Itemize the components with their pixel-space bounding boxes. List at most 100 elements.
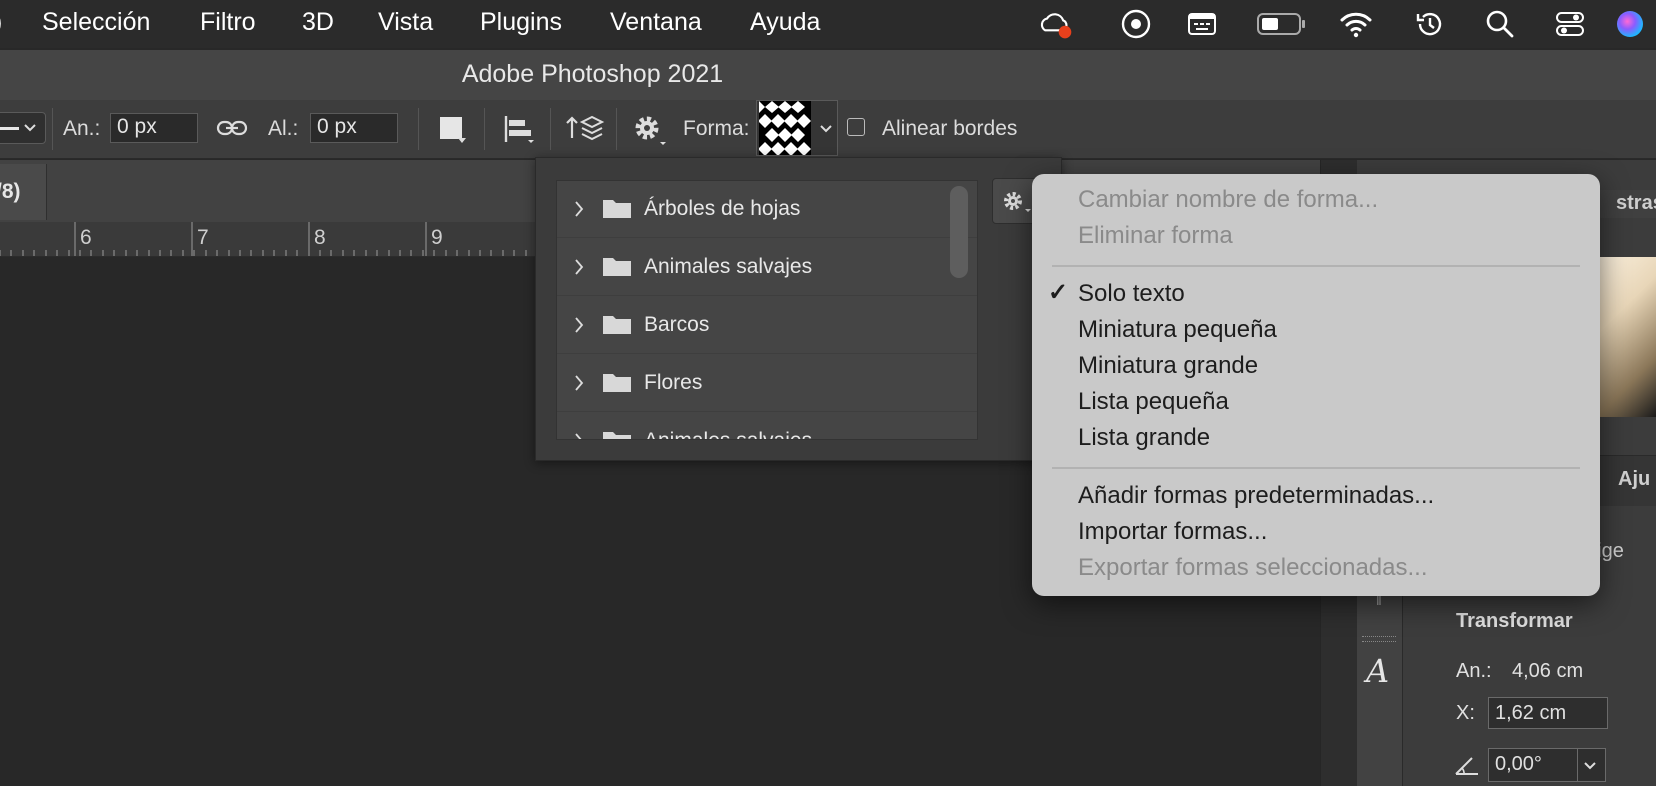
menu-item-small-thumbnail[interactable]: Miniatura pequeña (1078, 316, 1277, 344)
screen-record-icon[interactable] (1118, 6, 1154, 42)
height-label: Al.: (268, 117, 299, 140)
shape-group-list: Árboles de hojas Animales salvajes Barco… (556, 180, 978, 440)
ruler-mark: 7 (197, 226, 209, 249)
menu-item-large-thumbnail[interactable]: Miniatura grande (1078, 352, 1258, 380)
transform-angle-input[interactable]: 0,00° (1488, 748, 1606, 782)
swatches-tab-label[interactable]: stras (1616, 192, 1656, 215)
document-tab[interactable]: /8) (0, 164, 47, 220)
transform-x-value: 1,62 cm (1495, 702, 1567, 724)
shape-group-label: Barcos (644, 313, 710, 336)
angle-icon (1455, 757, 1478, 775)
transform-width-label: An.: (1456, 660, 1492, 682)
toolbar-divider (418, 108, 419, 150)
macos-menubar: ) Selección Filtro 3D Vista Plugins Vent… (0, 0, 1656, 48)
document-tab-label: /8) (0, 180, 21, 203)
menu-separator (1052, 467, 1580, 469)
menu-item-add-default-shapes[interactable]: Añadir formas predeterminadas... (1078, 482, 1434, 510)
path-arrangement-icon[interactable] (564, 110, 606, 146)
shape-picker-button[interactable] (756, 100, 838, 156)
checkmark-icon: ✓ (1048, 279, 1069, 306)
transform-title: Transformar (1456, 610, 1573, 632)
menu-3d[interactable]: 3D (302, 8, 334, 37)
shape-group-row[interactable]: Barcos (557, 297, 977, 354)
path-operations-icon[interactable] (440, 117, 462, 139)
shape-picker-panel: Árboles de hojas Animales salvajes Barco… (535, 157, 1062, 461)
options-bar: An.: 0 px Al.: 0 px Forma: Alinear borde… (0, 100, 1656, 159)
menu-plugins[interactable]: Plugins (480, 8, 562, 37)
menu-ventana[interactable]: Ventana (610, 8, 702, 37)
menu-item-import-shapes[interactable]: Importar formas... (1078, 518, 1267, 546)
align-edges-checkbox[interactable] (847, 118, 865, 136)
folder-icon (603, 200, 631, 218)
align-edges-label: Alinear bordes (882, 117, 1018, 140)
gear-icon[interactable] (632, 113, 668, 147)
menu-item-export-shapes[interactable]: Exportar formas seleccionadas... (1078, 554, 1428, 582)
menu-vista[interactable]: Vista (378, 8, 433, 37)
folder-icon (603, 316, 631, 334)
chevron-right-icon[interactable] (573, 257, 585, 277)
transform-x-input[interactable]: 1,62 cm (1488, 697, 1608, 729)
shape-group-row[interactable]: Animales salvajes (557, 239, 977, 296)
menu-item-large-list[interactable]: Lista grande (1078, 424, 1210, 452)
angle-divider (1577, 749, 1578, 781)
ruler-mark: 6 (80, 226, 92, 249)
transform-width-value[interactable]: 4,06 cm (1512, 660, 1583, 683)
path-alignment-icon[interactable] (502, 114, 536, 144)
shape-group-row[interactable]: Árboles de hojas (557, 181, 977, 238)
stroke-line-icon (0, 127, 19, 130)
link-icon[interactable] (216, 118, 248, 138)
shape-group-row[interactable]: Animales salvajes (557, 413, 977, 440)
shape-group-label: Flores (644, 371, 703, 394)
scrollbar-thumb[interactable] (950, 186, 968, 278)
wifi-icon[interactable] (1338, 6, 1374, 42)
menu-item-text-only[interactable]: Solo texto (1078, 280, 1185, 308)
chevron-right-icon[interactable] (573, 315, 585, 335)
menubar-item-fragment[interactable]: ) (0, 8, 2, 37)
toolbar-divider (550, 108, 551, 150)
keyboard-viewer-icon[interactable] (1184, 6, 1220, 42)
transform-angle-value: 0,00° (1495, 753, 1542, 775)
search-icon[interactable] (1482, 6, 1518, 42)
shape-group-row[interactable]: Flores (557, 355, 977, 412)
chevron-right-icon[interactable] (573, 431, 585, 440)
menu-item-rename-shape[interactable]: Cambiar nombre de forma... (1078, 186, 1378, 214)
shape-group-label: Árboles de hojas (644, 197, 801, 220)
chevron-right-icon[interactable] (573, 199, 585, 219)
time-machine-icon[interactable] (1412, 6, 1448, 42)
chevron-down-icon (820, 125, 832, 133)
shape-picker-context-menu: Cambiar nombre de forma... Eliminar form… (1032, 174, 1600, 596)
width-input[interactable]: 0 px (110, 113, 198, 143)
window-titlebar: Adobe Photoshop 2021 (0, 50, 1656, 100)
ruler-mark: 8 (314, 226, 326, 249)
ruler-mark: 9 (431, 226, 443, 249)
toolbar-divider (616, 108, 617, 150)
menu-item-small-list[interactable]: Lista pequeña (1078, 388, 1229, 416)
menu-ayuda[interactable]: Ayuda (750, 8, 820, 37)
folder-icon (603, 432, 631, 439)
shape-label: Forma: (683, 117, 750, 140)
folder-icon (603, 374, 631, 392)
shape-group-label: Animales salvajes (644, 429, 812, 439)
stroke-style-dropdown[interactable] (0, 112, 46, 144)
siri-icon[interactable] (1612, 6, 1648, 42)
chevron-right-icon[interactable] (573, 373, 585, 393)
height-input[interactable]: 0 px (310, 113, 398, 143)
creative-cloud-icon[interactable] (1038, 6, 1074, 42)
menu-item-delete-shape[interactable]: Eliminar forma (1078, 222, 1233, 250)
panel-grip-icon (1362, 636, 1396, 642)
toolbar-divider (484, 108, 485, 150)
chevron-down-icon (24, 124, 36, 132)
gear-icon (1004, 192, 1031, 212)
shape-group-label: Animales salvajes (644, 255, 813, 278)
character-panel-icon[interactable]: A (1366, 652, 1389, 690)
tool-strip: ‖ A (1356, 580, 1403, 786)
toolbar-divider (52, 108, 53, 150)
menu-separator (1052, 265, 1580, 267)
menu-seleccion[interactable]: Selección (42, 8, 150, 37)
shape-pattern-icon (759, 101, 811, 155)
control-center-icon[interactable] (1552, 6, 1588, 42)
adjustments-tab-label[interactable]: Aju (1618, 468, 1650, 491)
battery-icon[interactable] (1254, 6, 1308, 42)
menu-filtro[interactable]: Filtro (200, 8, 256, 37)
window-title: Adobe Photoshop 2021 (461, 60, 724, 88)
